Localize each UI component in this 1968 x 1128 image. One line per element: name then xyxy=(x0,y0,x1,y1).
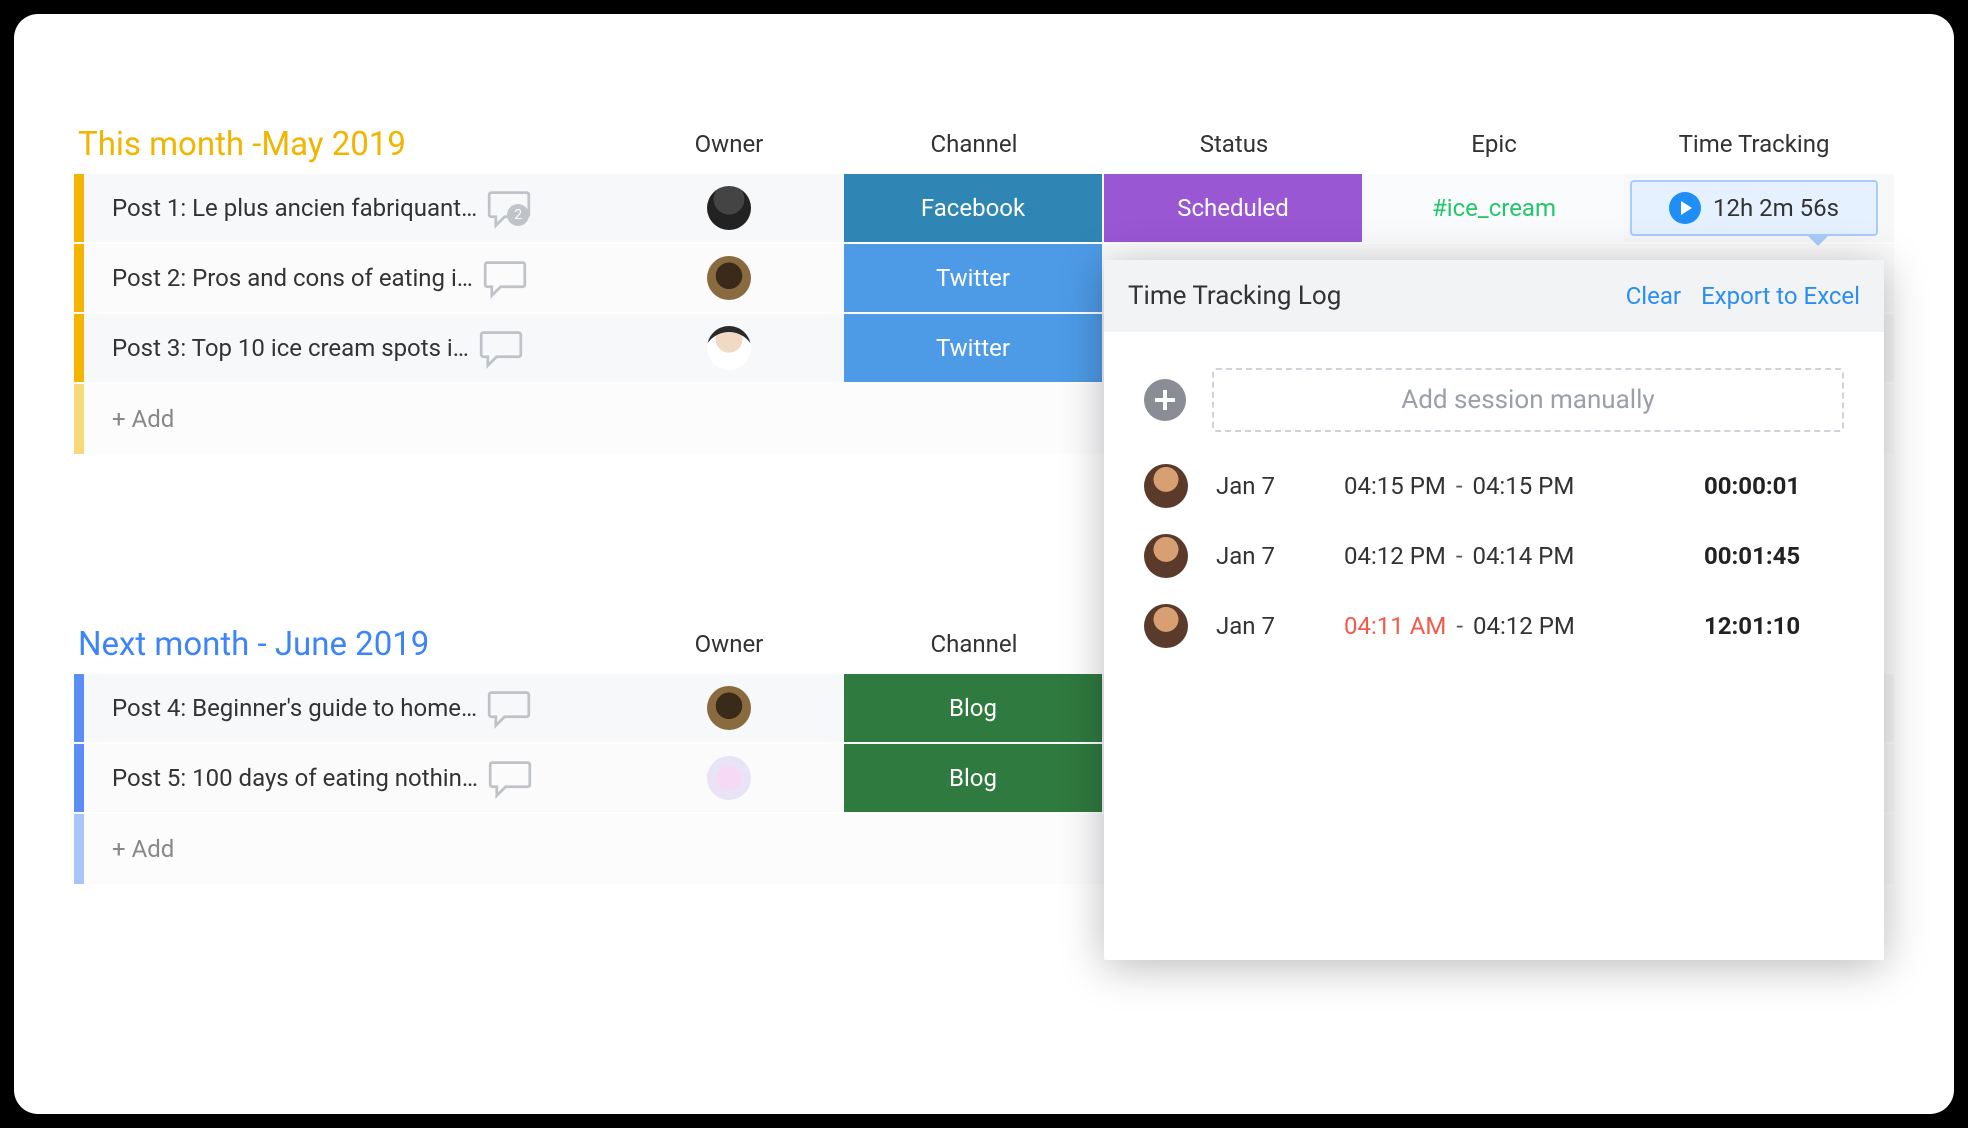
channel-pill[interactable]: Blog xyxy=(844,744,1102,812)
comment-icon[interactable]: 2 xyxy=(487,186,531,230)
session-duration: 12:01:10 xyxy=(1704,612,1844,640)
col-time-tracking: Time Tracking xyxy=(1624,130,1884,158)
avatar xyxy=(1144,464,1188,508)
col-epic: Epic xyxy=(1364,130,1624,158)
session-list: Jan 7 04:15 PM - 04:15 PM 00:00:01 Jan 7… xyxy=(1144,464,1844,648)
session-end: 04:15 PM xyxy=(1472,472,1574,500)
comment-icon[interactable] xyxy=(483,256,527,300)
session-duration: 00:01:45 xyxy=(1704,542,1844,570)
channel-pill[interactable]: Twitter xyxy=(844,314,1102,382)
item-title: Post 3: Top 10 ice cream spots i… xyxy=(112,334,469,362)
session-date: Jan 7 xyxy=(1216,612,1326,640)
comment-icon[interactable] xyxy=(487,686,531,730)
session-end: 04:14 PM xyxy=(1472,542,1574,570)
session-row[interactable]: Jan 7 04:15 PM - 04:15 PM 00:00:01 xyxy=(1144,464,1844,508)
group-title[interactable]: This month -May 2019 xyxy=(74,125,614,164)
session-start: 04:15 PM xyxy=(1344,472,1446,500)
item-title: Post 5: 100 days of eating nothin… xyxy=(112,764,478,792)
add-session-label: Add session manually xyxy=(1401,385,1654,415)
board-window: This month -May 2019 Owner Channel Statu… xyxy=(14,14,1954,1114)
play-icon[interactable] xyxy=(1669,192,1701,224)
item-title: Post 1: Le plus ancien fabriquant… xyxy=(112,194,477,222)
time-tracking-value: 12h 2m 56s xyxy=(1713,194,1839,222)
avatar[interactable] xyxy=(707,326,751,370)
table-row[interactable]: Post 1: Le plus ancien fabriquant… 2 Fac… xyxy=(74,174,1894,244)
session-row[interactable]: Jan 7 04:12 PM - 04:14 PM 00:01:45 xyxy=(1144,534,1844,578)
add-session-plus-icon[interactable] xyxy=(1144,379,1186,421)
col-owner: Owner xyxy=(614,630,844,658)
avatar[interactable] xyxy=(707,686,751,730)
avatar xyxy=(1144,604,1188,648)
popover-title: Time Tracking Log xyxy=(1128,281,1606,311)
col-channel: Channel xyxy=(844,630,1104,658)
session-duration: 00:00:01 xyxy=(1704,472,1844,500)
session-start: 04:11 AM xyxy=(1344,612,1446,640)
session-end: 04:12 PM xyxy=(1473,612,1575,640)
col-channel: Channel xyxy=(844,130,1104,158)
channel-pill[interactable]: Blog xyxy=(844,674,1102,742)
channel-pill[interactable]: Facebook xyxy=(844,174,1102,242)
export-excel-button[interactable]: Export to Excel xyxy=(1701,282,1860,310)
time-tracking-popover: Time Tracking Log Clear Export to Excel … xyxy=(1104,260,1884,960)
session-date: Jan 7 xyxy=(1216,542,1326,570)
dash-icon: - xyxy=(1456,612,1463,640)
channel-pill[interactable]: Twitter xyxy=(844,244,1102,312)
group-title[interactable]: Next month - June 2019 xyxy=(74,625,614,664)
avatar[interactable] xyxy=(707,186,751,230)
session-date: Jan 7 xyxy=(1216,472,1326,500)
col-owner: Owner xyxy=(614,130,844,158)
col-status: Status xyxy=(1104,130,1364,158)
add-item-label: + Add xyxy=(112,405,174,433)
add-item-label: + Add xyxy=(112,835,174,863)
time-tracking-chip[interactable]: 12h 2m 56s xyxy=(1630,180,1878,236)
avatar[interactable] xyxy=(707,256,751,300)
comment-icon[interactable] xyxy=(479,326,523,370)
status-pill[interactable]: Scheduled xyxy=(1104,174,1362,242)
avatar xyxy=(1144,534,1188,578)
comment-icon[interactable] xyxy=(488,756,532,800)
item-title: Post 2: Pros and cons of eating i… xyxy=(112,264,473,292)
add-session-button[interactable]: Add session manually xyxy=(1212,368,1844,432)
dash-icon: - xyxy=(1456,472,1463,500)
item-title: Post 4: Beginner's guide to home… xyxy=(112,694,477,722)
session-row[interactable]: Jan 7 04:11 AM - 04:12 PM 12:01:10 xyxy=(1144,604,1844,648)
avatar[interactable] xyxy=(707,756,751,800)
clear-button[interactable]: Clear xyxy=(1626,282,1681,310)
dash-icon: - xyxy=(1456,542,1463,570)
epic-tag[interactable]: #ice_cream xyxy=(1364,174,1624,242)
session-start: 04:12 PM xyxy=(1344,542,1446,570)
